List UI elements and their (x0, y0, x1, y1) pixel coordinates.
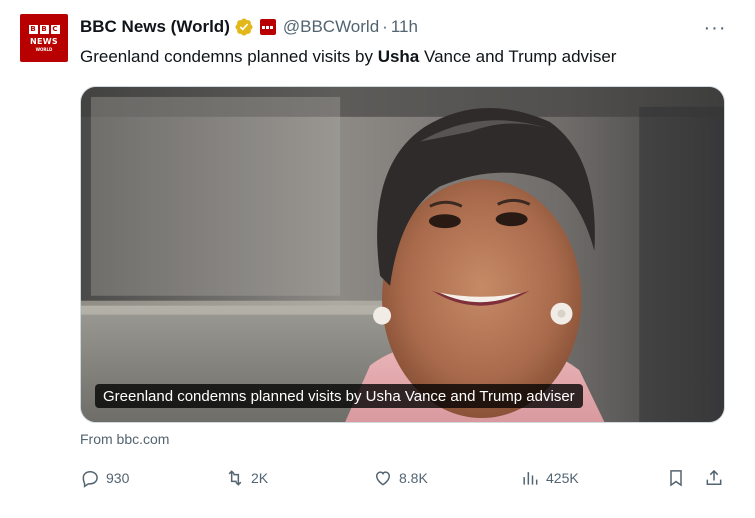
like-button[interactable]: 8.8K (373, 466, 428, 490)
tweet-text-part: Vance and Trump adviser (419, 47, 617, 66)
timestamp[interactable]: 11h (391, 17, 418, 37)
reply-icon (82, 470, 98, 488)
share-icon (706, 469, 722, 485)
view-count: 425K (546, 470, 579, 486)
repost-count: 2K (251, 470, 269, 486)
avatar-world-text: WORLD (35, 46, 53, 52)
card-caption: Greenland condemns planned visits by Ush… (95, 384, 583, 408)
avatar-news-text: NEWS (30, 36, 58, 46)
verified-badge-icon[interactable] (234, 17, 254, 37)
bookmark-button[interactable] (666, 466, 692, 490)
tweet-text-bold: Usha (377, 47, 420, 66)
like-count: 8.8K (399, 470, 428, 486)
action-bar: 930 2K 8.8K 425K (80, 466, 730, 490)
bbc-affiliate-icon[interactable] (259, 19, 276, 35)
repost-icon (228, 470, 242, 486)
tweet[interactable]: B B C NEWS WORLD BBC News (World) @BBCWo… (0, 0, 755, 518)
card-photo (81, 87, 724, 422)
more-options-icon[interactable]: ··· (703, 16, 727, 40)
reply-button[interactable]: 930 (80, 466, 129, 490)
handle[interactable]: @BBCWorld (283, 17, 379, 37)
reply-count: 930 (106, 470, 130, 486)
bookmark-icon (670, 470, 682, 487)
heart-icon (375, 471, 391, 486)
avatar-logo: B B C (28, 24, 60, 34)
repost-button[interactable]: 2K (225, 466, 268, 490)
tweet-text-part: Greenland condemns planned visits by (80, 47, 378, 66)
share-button[interactable] (704, 466, 730, 490)
avatar[interactable]: B B C NEWS WORLD (20, 14, 68, 62)
analytics-icon (523, 472, 538, 485)
display-name[interactable]: BBC News (World) (80, 17, 230, 37)
tweet-text: Greenland condemns planned visits by Ush… (80, 47, 616, 67)
tweet-header: BBC News (World) @BBCWorld · 11h (80, 16, 418, 38)
separator-dot: · (382, 17, 388, 36)
link-card[interactable]: Greenland condemns planned visits by Ush… (80, 86, 725, 423)
card-source[interactable]: From bbc.com (80, 431, 169, 447)
views-button[interactable]: 425K (520, 466, 579, 490)
